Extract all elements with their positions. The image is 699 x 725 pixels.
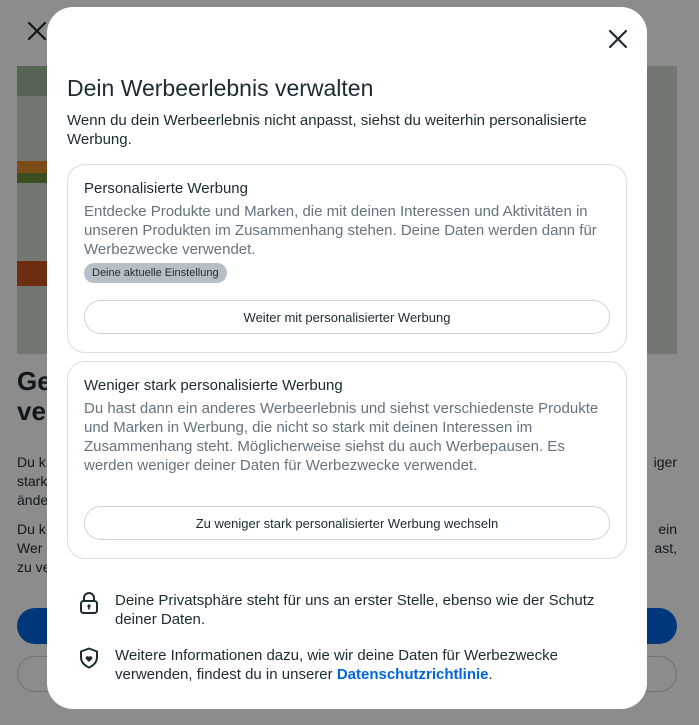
shield-icon [79,646,101,674]
option-card-personalized: Personalisierte Werbung Entdecke Produkt… [67,164,627,353]
switch-less-personalized-ads-button[interactable]: Zu weniger stark personalisierter Werbun… [84,506,610,540]
privacy-info-text: Deine Privatsphäre steht für uns an erst… [115,592,595,628]
policy-info-row: Weitere Informationen dazu, wie wir dein… [79,646,627,684]
continue-personalized-ads-button[interactable]: Weiter mit personalisierter Werbung [84,300,610,334]
option-description: Du hast dann ein anderes Werbeerlebnis u… [84,400,599,474]
dialog-intro-text: Wenn du dein Werbeerlebnis nicht anpasst… [67,112,587,148]
option-title: Weniger stark personalisierte Werbung [84,377,343,394]
policy-info-text: Weitere Informationen dazu, wie wir dein… [115,647,558,683]
option-description: Entdecke Produkte und Marken, die mit de… [84,203,597,258]
dialog-title: Dein Werbeerlebnis verwalten [67,75,374,101]
ad-preferences-dialog: Dein Werbeerlebnis verwalten Wenn du dei… [47,7,647,709]
privacy-info-row: Deine Privatsphäre steht für uns an erst… [79,591,627,629]
close-button[interactable] [605,26,631,52]
close-icon [608,29,628,49]
option-title: Personalisierte Werbung [84,180,248,197]
lock-icon [79,591,101,619]
current-setting-badge: Deine aktuelle Einstellung [84,263,227,283]
privacy-policy-link[interactable]: Datenschutzrichtlinie [337,666,489,683]
option-card-less-personalized: Weniger stark personalisierte Werbung Du… [67,361,627,559]
